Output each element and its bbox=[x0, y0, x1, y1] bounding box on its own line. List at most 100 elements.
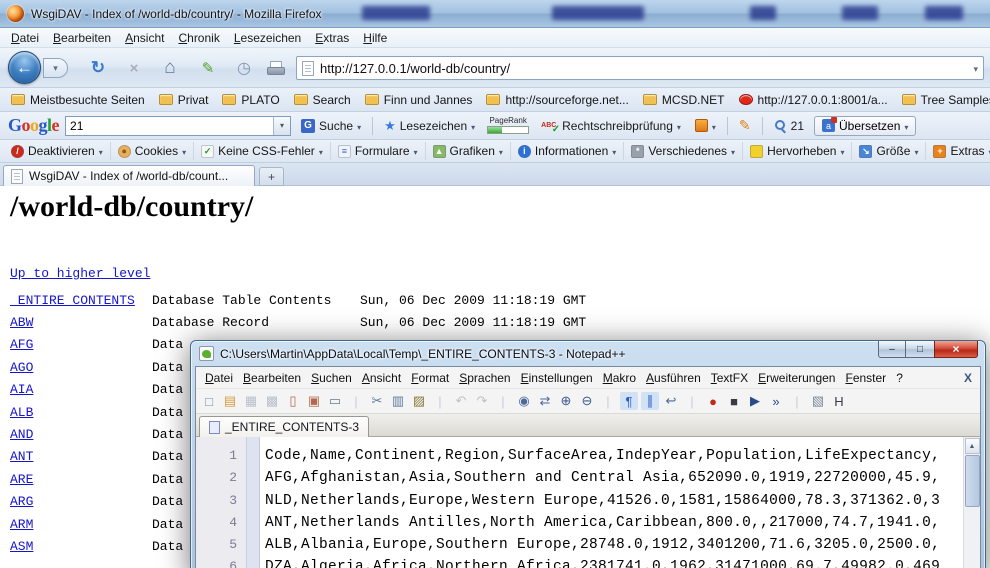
google-bookmarks-button[interactable]: Lesezeichen bbox=[380, 116, 479, 136]
entry-link[interactable]: AFG bbox=[10, 337, 152, 352]
menubar-item[interactable]: Datei bbox=[200, 369, 238, 387]
menubar-item[interactable]: Ansicht bbox=[357, 369, 406, 387]
cut-icon[interactable]: ✂ bbox=[368, 392, 386, 410]
ghost-typing-icon[interactable]: H bbox=[830, 392, 848, 410]
menubar-item[interactable]: Hilfe bbox=[356, 29, 394, 47]
print-icon[interactable]: ▭ bbox=[326, 392, 344, 410]
menubar-item[interactable]: Format bbox=[406, 369, 454, 387]
entry-link[interactable]: AGO bbox=[10, 360, 152, 375]
menubar-item[interactable]: Fenster bbox=[840, 369, 891, 387]
menubar-item[interactable]: Ansicht bbox=[118, 29, 171, 47]
new-tab-button[interactable]: + bbox=[259, 167, 284, 186]
search-history-dropdown[interactable] bbox=[273, 117, 290, 135]
bookmark-item[interactable]: Tree Samples bbox=[895, 91, 990, 109]
webdev-menu-item[interactable]: ▲ Grafiken bbox=[426, 142, 511, 160]
bookmark-item[interactable]: Finn und Jannes bbox=[358, 91, 480, 109]
webdev-menu-item[interactable]: ● Cookies bbox=[111, 142, 194, 160]
webdev-menu-item[interactable]: ✓ Keine CSS-Fehler bbox=[194, 142, 331, 160]
menubar-item[interactable]: Erweiterungen bbox=[753, 369, 840, 387]
entry-link[interactable]: ARG bbox=[10, 494, 152, 509]
addon-orange-button[interactable] bbox=[691, 117, 720, 135]
menubar-item[interactable]: Bearbeiten bbox=[238, 369, 306, 387]
up-to-higher-level-link[interactable]: Up to higher level bbox=[10, 266, 150, 281]
close-document-button[interactable]: X bbox=[964, 371, 972, 385]
google-search-input[interactable] bbox=[66, 119, 273, 133]
entry-link[interactable]: ARE bbox=[10, 472, 152, 487]
zoom-out-icon[interactable]: ⊖ bbox=[578, 392, 596, 410]
back-button[interactable]: ← bbox=[8, 51, 41, 84]
menubar-item[interactable]: TextFX bbox=[706, 369, 753, 387]
entry-link[interactable]: ARM bbox=[10, 517, 152, 532]
entry-link[interactable]: ASM bbox=[10, 539, 152, 554]
new-file-icon[interactable]: □ bbox=[200, 392, 218, 410]
undo-icon[interactable]: ↶ bbox=[452, 392, 470, 410]
entry-link[interactable]: ALB bbox=[10, 405, 152, 420]
url-input[interactable] bbox=[320, 61, 967, 76]
redo-icon[interactable]: ↷ bbox=[473, 392, 491, 410]
show-all-chars-icon[interactable]: ¶ bbox=[620, 392, 638, 410]
word-wrap-icon[interactable]: ↩ bbox=[662, 392, 680, 410]
scroll-up-button[interactable] bbox=[965, 438, 980, 454]
toolbar-separator[interactable]: | bbox=[599, 392, 617, 410]
toolbar-separator[interactable]: | bbox=[347, 392, 365, 410]
save-icon[interactable]: ▦ bbox=[242, 392, 260, 410]
minimize-button[interactable]: – bbox=[878, 341, 906, 358]
menubar-item[interactable]: Chronik bbox=[171, 29, 226, 47]
menubar-item[interactable]: Lesezeichen bbox=[227, 29, 308, 47]
bookmark-item[interactable]: MCSD.NET bbox=[636, 91, 732, 109]
editor-area[interactable]: 123456 Code,Name,Continent,Region,Surfac… bbox=[196, 437, 980, 568]
url-dropdown-button[interactable] bbox=[973, 59, 978, 77]
bookmark-item[interactable]: Search bbox=[287, 91, 358, 109]
history-clock-button[interactable]: ◷ bbox=[230, 56, 258, 80]
indent-guides-icon[interactable]: ∥ bbox=[641, 392, 659, 410]
menubar-item[interactable]: Sprachen bbox=[454, 369, 515, 387]
menubar-item[interactable]: Ausführen bbox=[641, 369, 706, 387]
replace-icon[interactable]: ⇄ bbox=[536, 392, 554, 410]
google-search-box[interactable] bbox=[65, 116, 291, 136]
tab-entire-contents[interactable]: _ENTIRE_CONTENTS-3 bbox=[199, 416, 369, 437]
webdev-menu-item[interactable]: + Extras bbox=[926, 142, 990, 160]
autofill-button[interactable] bbox=[735, 115, 755, 136]
menubar-item[interactable]: ? bbox=[891, 369, 908, 387]
menubar-item[interactable]: Suchen bbox=[306, 369, 357, 387]
menubar-item[interactable]: Makro bbox=[598, 369, 641, 387]
print-button[interactable] bbox=[262, 56, 290, 80]
bookmark-item[interactable]: Meistbesuchte Seiten bbox=[4, 91, 152, 109]
run-macro-multi-icon[interactable]: » bbox=[767, 392, 785, 410]
close-button[interactable]: × bbox=[934, 341, 978, 358]
translate-button[interactable]: a Übersetzen bbox=[814, 116, 916, 136]
webdev-menu-item[interactable]: ≡ Formulare bbox=[331, 142, 426, 160]
bookmark-item[interactable]: http://sourceforge.net... bbox=[479, 91, 635, 109]
maximize-button[interactable]: □ bbox=[906, 341, 934, 358]
close-all-icon[interactable]: ▣ bbox=[305, 392, 323, 410]
vertical-scrollbar[interactable] bbox=[963, 437, 980, 568]
notepad-titlebar[interactable]: C:\Users\Martin\AppData\Local\Temp\_ENTI… bbox=[195, 341, 981, 366]
scroll-thumb[interactable] bbox=[965, 455, 980, 507]
close-file-icon[interactable]: ▯ bbox=[284, 392, 302, 410]
url-bar[interactable] bbox=[296, 56, 984, 80]
reload-button[interactable]: ↻ bbox=[84, 56, 112, 80]
menubar-item[interactable]: Datei bbox=[4, 29, 46, 47]
entry-link[interactable]: _ENTIRE_CONTENTS bbox=[10, 293, 152, 308]
webdev-menu-item[interactable]: ↘ Größe bbox=[852, 142, 926, 160]
doc-switcher-icon[interactable]: ▧ bbox=[809, 392, 827, 410]
play-macro-icon[interactable]: ▶ bbox=[746, 392, 764, 410]
entry-link[interactable]: AIA bbox=[10, 382, 152, 397]
toolbar-separator[interactable]: | bbox=[683, 392, 701, 410]
highlight-count-button[interactable]: 21 bbox=[770, 117, 808, 135]
open-file-icon[interactable]: ▤ bbox=[221, 392, 239, 410]
bookmark-item[interactable]: Privat bbox=[152, 91, 216, 109]
home-button[interactable]: ⌂ bbox=[156, 56, 184, 80]
bookmark-item[interactable]: PLATO bbox=[215, 91, 286, 109]
forward-history-dropdown[interactable]: ▾ bbox=[43, 58, 68, 78]
webdev-menu-item[interactable]: * Verschiedenes bbox=[624, 142, 743, 160]
webdev-menu-item[interactable]: i Informationen bbox=[511, 142, 624, 160]
entry-link[interactable]: ANT bbox=[10, 449, 152, 464]
webdev-menu-item[interactable]: Hervorheben bbox=[743, 142, 852, 160]
find-icon[interactable]: ◉ bbox=[515, 392, 533, 410]
record-macro-icon[interactable]: ● bbox=[704, 392, 722, 410]
toolbar-separator[interactable]: | bbox=[494, 392, 512, 410]
tab-wsgidav[interactable]: WsgiDAV - Index of /world-db/count... bbox=[3, 165, 255, 186]
save-all-icon[interactable]: ▩ bbox=[263, 392, 281, 410]
menubar-item[interactable]: Bearbeiten bbox=[46, 29, 118, 47]
